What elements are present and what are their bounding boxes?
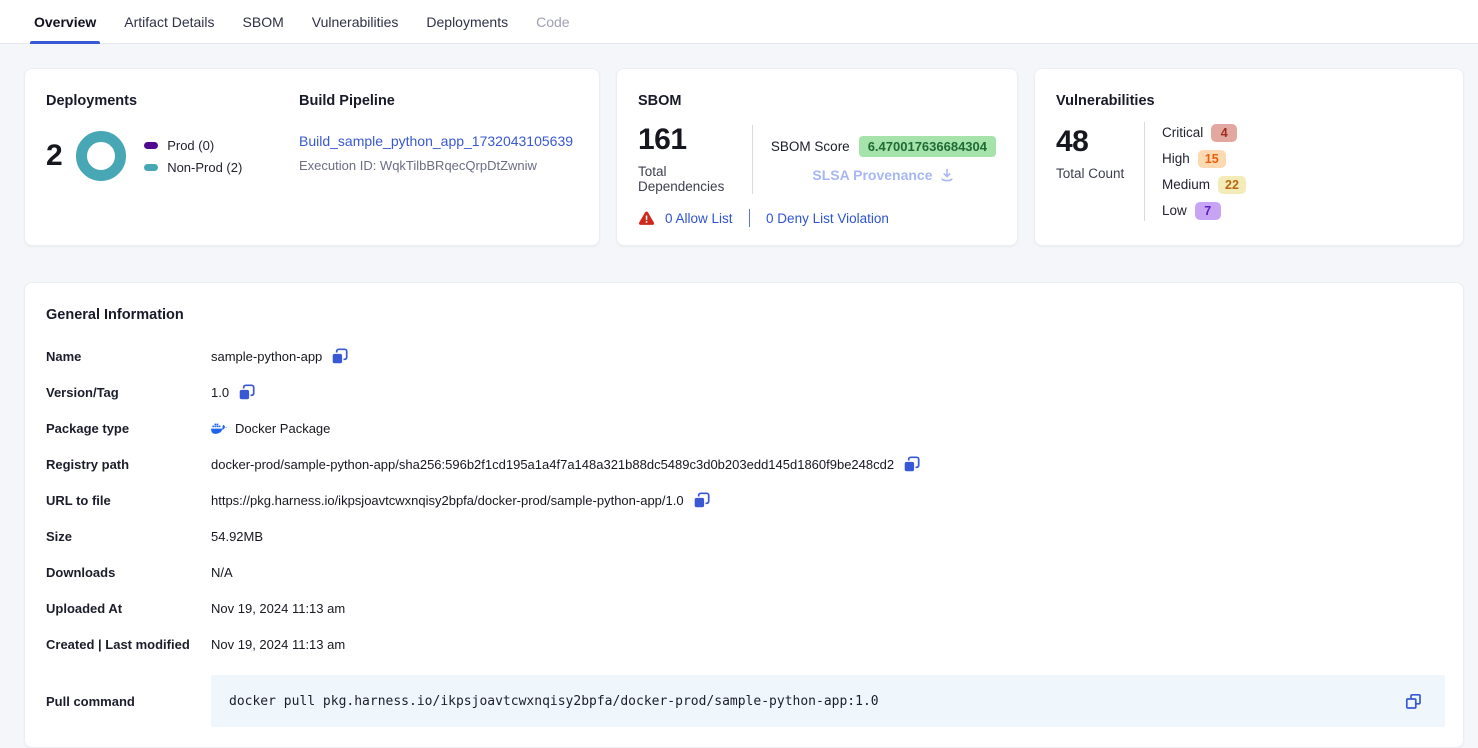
created-modified-value: Nov 19, 2024 11:13 am: [211, 637, 345, 652]
slsa-provenance-link[interactable]: SLSA Provenance: [771, 167, 996, 183]
allow-list-link[interactable]: 0 Allow List: [665, 211, 733, 226]
legend-label-nonprod: Non-Prod (2): [167, 160, 242, 175]
info-label: Registry path: [46, 457, 211, 472]
pull-command-box: docker pull pkg.harness.io/ikpsjoavtcwxn…: [211, 675, 1445, 727]
severity-list: Critical 4 High 15 Medium 22 Low: [1162, 122, 1246, 221]
nonprod-color-swatch: [144, 164, 158, 171]
deployments-total-count: 2: [46, 141, 62, 171]
deployments-legend: Prod (0) Non-Prod (2): [144, 138, 242, 175]
build-pipeline-section: Build Pipeline Build_sample_python_app_1…: [278, 93, 573, 225]
info-label: Downloads: [46, 565, 211, 580]
info-row-pull-command: Pull command docker pull pkg.harness.io/…: [46, 675, 1445, 727]
vulnerabilities-total-count: 48: [1056, 127, 1144, 157]
general-information-card: General Information Name sample-python-a…: [24, 282, 1464, 748]
pipeline-link[interactable]: Build_sample_python_app_1732043105639: [299, 133, 573, 149]
legend-item-prod: Prod (0): [144, 138, 242, 153]
severity-label: Medium: [1162, 177, 1210, 192]
tab-artifact-details[interactable]: Artifact Details: [122, 0, 216, 43]
deny-list-violation-link[interactable]: 0 Deny List Violation: [766, 211, 889, 226]
info-label: Pull command: [46, 694, 211, 709]
copy-icon[interactable]: [238, 384, 255, 401]
severity-count-badge: 15: [1198, 150, 1226, 168]
info-label: Created | Last modified: [46, 637, 211, 652]
sbom-total-label: Total Dependencies: [638, 164, 738, 194]
deployments-card: Deployments 2 Prod (0): [24, 68, 600, 246]
info-row-registry-path: Registry path docker-prod/sample-python-…: [46, 446, 1445, 482]
pull-command-value: docker pull pkg.harness.io/ikpsjoavtcwxn…: [229, 694, 1395, 709]
info-row-created-modified: Created | Last modified Nov 19, 2024 11:…: [46, 626, 1445, 662]
general-information-title: General Information: [46, 307, 1445, 323]
link-divider: [749, 209, 751, 227]
artifact-name-value: sample-python-app: [211, 349, 322, 364]
deployments-title: Deployments: [46, 93, 278, 109]
warning-triangle-icon: [638, 211, 655, 226]
info-row-uploaded-at: Uploaded At Nov 19, 2024 11:13 am: [46, 590, 1445, 626]
uploaded-at-value: Nov 19, 2024 11:13 am: [211, 601, 345, 616]
copy-icon[interactable]: [693, 492, 710, 509]
severity-row-low: Low 7: [1162, 200, 1246, 221]
info-row-name: Name sample-python-app: [46, 338, 1445, 374]
sbom-card: SBOM 161 Total Dependencies SBOM Score 6…: [616, 68, 1018, 246]
copy-outline-icon[interactable]: [1404, 692, 1423, 711]
tab-sbom[interactable]: SBOM: [241, 0, 286, 43]
deployments-section: Deployments 2 Prod (0): [46, 93, 278, 225]
deployments-donut-chart: [76, 131, 126, 181]
sbom-title: SBOM: [638, 93, 996, 109]
download-icon: [939, 167, 955, 183]
severity-count-badge: 22: [1218, 176, 1246, 194]
build-pipeline-title: Build Pipeline: [299, 93, 573, 109]
info-label: Uploaded At: [46, 601, 211, 616]
prod-color-swatch: [144, 142, 158, 149]
url-to-file-value: https://pkg.harness.io/ikpsjoavtcwxnqisy…: [211, 493, 684, 508]
package-type-value: Docker Package: [235, 421, 330, 436]
sbom-total-stat: 161 Total Dependencies: [638, 125, 738, 194]
severity-row-high: High 15: [1162, 148, 1246, 169]
vulnerabilities-total-stat: 48 Total Count: [1056, 127, 1144, 221]
info-label: Name: [46, 349, 211, 364]
severity-row-critical: Critical 4: [1162, 122, 1246, 143]
main-content: Deployments 2 Prod (0): [0, 44, 1478, 748]
info-label: Size: [46, 529, 211, 544]
downloads-value: N/A: [211, 565, 233, 580]
legend-item-nonprod: Non-Prod (2): [144, 160, 242, 175]
legend-label-prod: Prod (0): [167, 138, 214, 153]
size-value: 54.92MB: [211, 529, 263, 544]
severity-row-medium: Medium 22: [1162, 174, 1246, 195]
info-label: Package type: [46, 421, 211, 436]
summary-cards-row: Deployments 2 Prod (0): [24, 68, 1464, 246]
artifact-overview-page: Overview Artifact Details SBOM Vulnerabi…: [0, 0, 1478, 748]
sbom-total-count: 161: [638, 125, 738, 155]
tab-bar: Overview Artifact Details SBOM Vulnerabi…: [0, 0, 1478, 44]
info-row-size: Size 54.92MB: [46, 518, 1445, 554]
tab-code[interactable]: Code: [534, 0, 571, 43]
info-row-downloads: Downloads N/A: [46, 554, 1445, 590]
info-label: Version/Tag: [46, 385, 211, 400]
slsa-provenance-label: SLSA Provenance: [812, 167, 932, 183]
severity-label: Low: [1162, 203, 1187, 218]
tab-vulnerabilities[interactable]: Vulnerabilities: [310, 0, 401, 43]
vulnerabilities-title: Vulnerabilities: [1056, 93, 1442, 109]
registry-path-value: docker-prod/sample-python-app/sha256:596…: [211, 457, 894, 472]
version-tag-value: 1.0: [211, 385, 229, 400]
info-label: URL to file: [46, 493, 211, 508]
docker-whale-icon: [211, 422, 228, 435]
tab-deployments[interactable]: Deployments: [424, 0, 510, 43]
severity-count-badge: 7: [1195, 202, 1221, 220]
severity-label: High: [1162, 151, 1190, 166]
vertical-divider: [1144, 122, 1145, 221]
info-row-version: Version/Tag 1.0: [46, 374, 1445, 410]
info-row-package-type: Package type Docker Package: [46, 410, 1445, 446]
severity-count-badge: 4: [1211, 124, 1237, 142]
sbom-score-label: SBOM Score: [771, 139, 850, 154]
severity-label: Critical: [1162, 125, 1203, 140]
copy-icon[interactable]: [331, 348, 348, 365]
execution-id: Execution ID: WqkTilbBRqecQrpDtZwniw: [299, 158, 573, 173]
sbom-score-badge: 6.470017636684304: [859, 136, 996, 157]
vulnerabilities-card: Vulnerabilities 48 Total Count Critical …: [1034, 68, 1464, 246]
copy-icon[interactable]: [903, 456, 920, 473]
info-row-url: URL to file https://pkg.harness.io/ikpsj…: [46, 482, 1445, 518]
tab-overview[interactable]: Overview: [32, 0, 98, 43]
vulnerabilities-total-label: Total Count: [1056, 166, 1144, 181]
